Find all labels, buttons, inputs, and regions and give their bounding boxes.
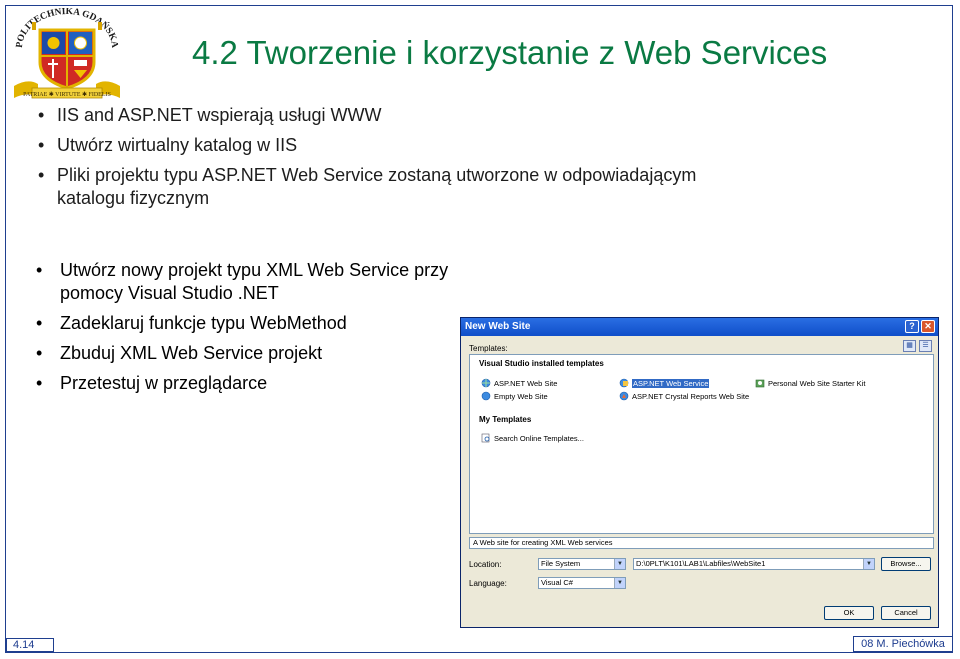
slide-number: 4.14 <box>6 638 54 652</box>
help-button[interactable]: ? <box>905 320 919 333</box>
template-personal-web-site-starter-kit[interactable]: Personal Web Site Starter Kit <box>755 378 865 389</box>
bullet: Przetestuj w przeglądarce <box>36 372 456 395</box>
template-aspnet-crystal-reports[interactable]: ASP.NET Crystal Reports Web Site <box>619 391 749 402</box>
language-select[interactable]: Visual C# ▼ <box>538 577 626 589</box>
search-online-templates[interactable]: Search Online Templates... <box>481 433 584 444</box>
crystal-reports-icon <box>619 391 629 401</box>
dialog-title: New Web Site <box>465 321 531 332</box>
templates-label: Templates: <box>469 344 508 353</box>
language-label: Language: <box>469 579 507 588</box>
template-aspnet-web-site[interactable]: ASP.NET Web Site <box>481 378 557 389</box>
ok-button[interactable]: OK <box>824 606 874 620</box>
large-icons-view-icon[interactable]: ▦ <box>903 340 916 352</box>
bullet: Zadeklaruj funkcje typu WebMethod <box>36 312 456 335</box>
close-button[interactable]: ✕ <box>921 320 935 333</box>
location-type-select[interactable]: File System ▼ <box>538 558 626 570</box>
template-empty-web-site[interactable]: Empty Web Site <box>481 391 548 402</box>
top-bullet-list: IIS and ASP.NET wspierają usługi WWW Utw… <box>38 104 698 217</box>
starter-kit-icon <box>755 379 765 388</box>
bullet: Zbuduj XML Web Service projekt <box>36 342 456 365</box>
chevron-down-icon[interactable]: ▼ <box>614 578 625 588</box>
location-path-input[interactable]: D:\0PLT\K101\LAB1\Labfiles\WebSite1 ▼ <box>633 558 875 570</box>
template-aspnet-web-service[interactable]: ASP.NET Web Service <box>619 378 710 389</box>
bullet: Utwórz nowy projekt typu XML Web Service… <box>36 259 456 305</box>
view-toggle: ▦ ☰ <box>903 340 932 352</box>
dialog-titlebar[interactable]: New Web Site ? ✕ <box>461 318 938 336</box>
svg-text:PATRIAE ✱ VIRTUTE ✱ FIDELIS: PATRIAE ✱ VIRTUTE ✱ FIDELIS <box>23 91 111 98</box>
top-bullet: Utwórz wirtualny katalog w IIS <box>38 134 698 157</box>
search-online-icon <box>481 433 490 443</box>
my-templates-heading: My Templates <box>479 415 532 424</box>
small-icons-view-icon[interactable]: ☰ <box>919 340 932 352</box>
web-service-icon <box>619 378 629 388</box>
templates-list[interactable]: Visual Studio installed templates ASP.NE… <box>469 354 934 534</box>
footer-author: 08 M. Piechówka <box>853 636 953 652</box>
bullet-list: Utwórz nowy projekt typu XML Web Service… <box>36 259 456 402</box>
top-bullet: Pliki projektu typu ASP.NET Web Service … <box>38 164 698 210</box>
web-site-icon <box>481 378 491 388</box>
new-web-site-dialog: New Web Site ? ✕ Templates: ▦ ☰ Visual S… <box>460 317 939 628</box>
empty-site-icon <box>481 391 491 401</box>
installed-templates-heading: Visual Studio installed templates <box>479 359 604 368</box>
top-bullet: IIS and ASP.NET wspierają usługi WWW <box>38 104 698 127</box>
cancel-button[interactable]: Cancel <box>881 606 931 620</box>
template-description: A Web site for creating XML Web services <box>469 537 934 549</box>
chevron-down-icon[interactable]: ▼ <box>614 559 625 569</box>
university-logo: POLITECHNIKA GDAŃSKA PATRIAE ✱ VIRTUTE ✱… <box>8 7 126 100</box>
chevron-down-icon[interactable]: ▼ <box>863 559 874 569</box>
browse-button[interactable]: Browse... <box>881 557 931 571</box>
location-label: Location: <box>469 560 502 569</box>
slide-title: 4.2 Tworzenie i korzystanie z Web Servic… <box>192 34 828 71</box>
